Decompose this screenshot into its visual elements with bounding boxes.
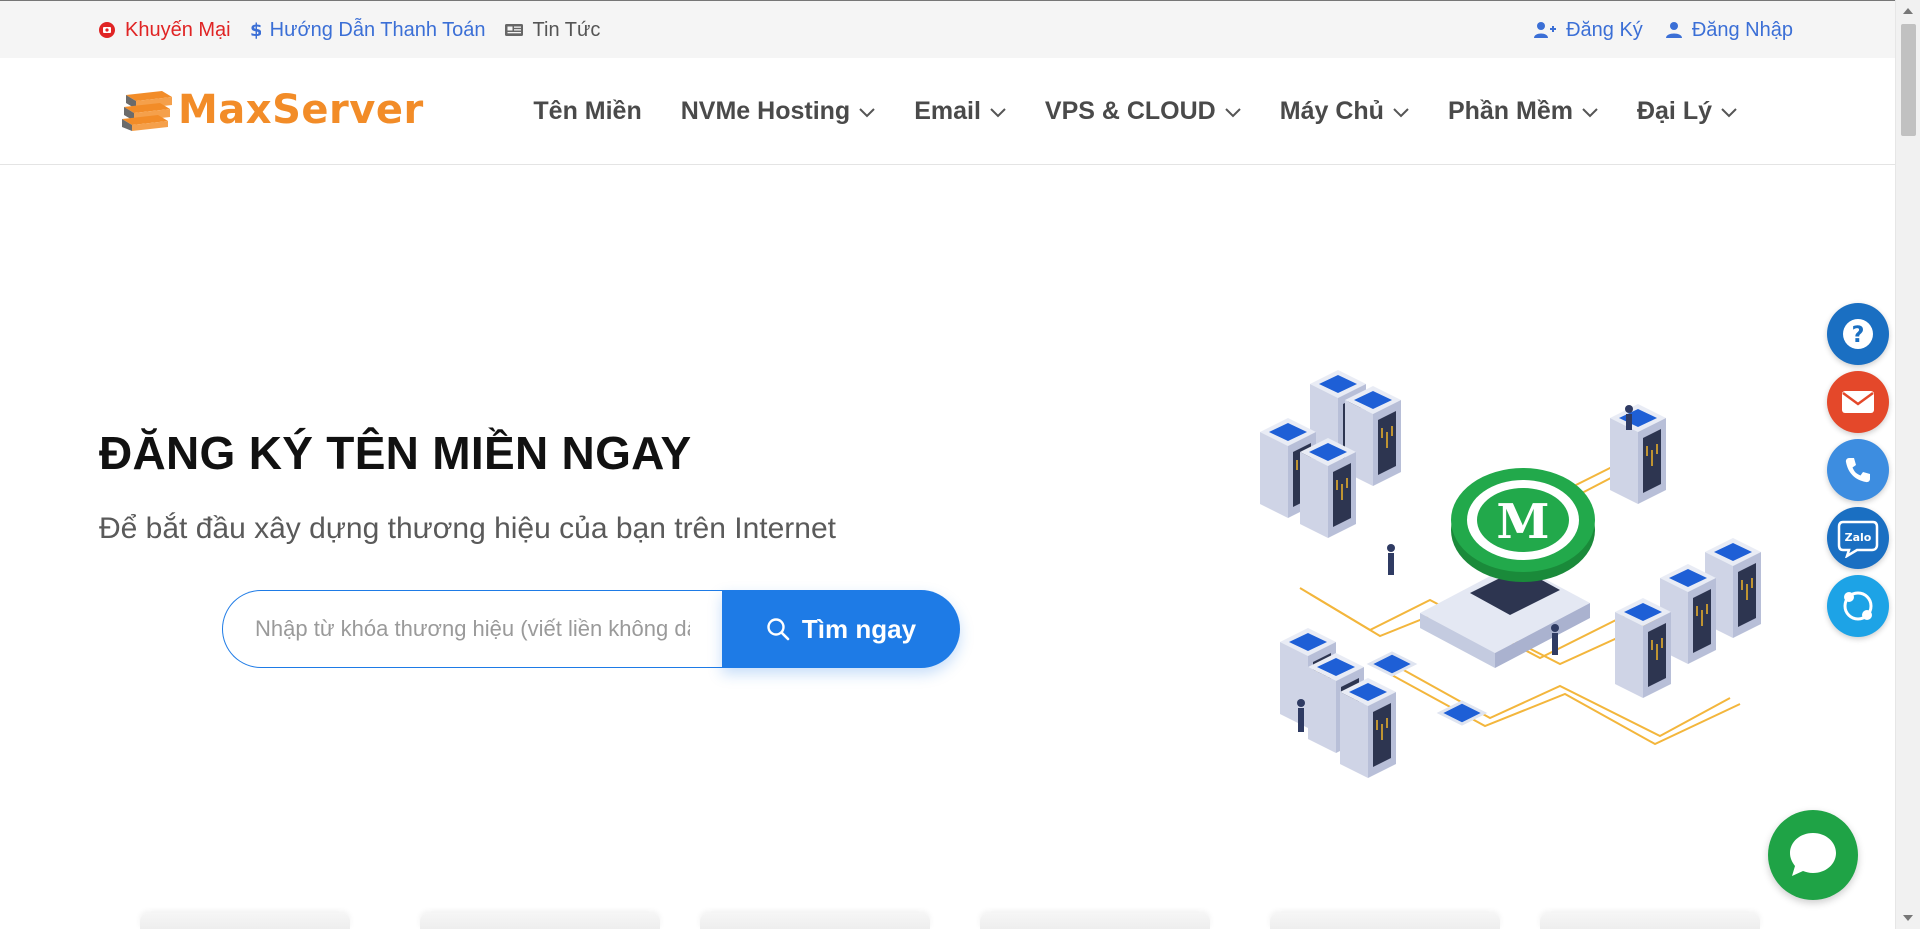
- payment-guide-label: Hướng Dẫn Thanh Toán: [269, 18, 486, 41]
- card-peek: [700, 913, 930, 929]
- card-peek: [420, 913, 660, 929]
- register-label: Đăng Ký: [1566, 18, 1643, 41]
- skype-button[interactable]: S: [1827, 575, 1889, 637]
- news-label: Tin Tức: [532, 18, 601, 41]
- phone-button[interactable]: [1827, 439, 1889, 501]
- promo-link[interactable]: Khuyến Mại: [98, 19, 231, 42]
- card-peek: [1270, 913, 1500, 929]
- svg-text:S: S: [1852, 597, 1864, 617]
- search-button-label: Tìm ngay: [801, 613, 917, 644]
- card-peek: [980, 913, 1210, 929]
- chevron-down-icon: [1225, 107, 1241, 117]
- nav-software[interactable]: Phần Mềm: [1448, 97, 1598, 126]
- nav-nvme-hosting[interactable]: NVMe Hosting: [681, 97, 875, 126]
- promo-icon: [99, 22, 115, 38]
- nav-reseller-label: Đại Lý: [1636, 97, 1712, 125]
- scroll-up-arrow-icon[interactable]: [1903, 8, 1913, 14]
- page-scrollbar[interactable]: [1895, 0, 1920, 929]
- logo-text: MaxServer: [178, 87, 424, 133]
- nav-domain[interactable]: Tên Miền: [533, 97, 641, 126]
- mail-icon: [1842, 391, 1874, 413]
- user-plus-icon: [1534, 22, 1557, 38]
- email-button[interactable]: [1827, 371, 1889, 433]
- nav-vps-cloud-label: VPS & CLOUD: [1044, 97, 1216, 125]
- domain-search-form: Tìm ngay: [222, 590, 960, 668]
- svg-text:?: ?: [1852, 323, 1865, 348]
- scroll-down-arrow-icon[interactable]: [1903, 915, 1913, 921]
- live-chat-button[interactable]: [1768, 810, 1858, 900]
- main-header: MaxServer Tên Miền NVMe Hosting Email VP…: [0, 58, 1895, 165]
- login-label: Đăng Nhập: [1691, 18, 1793, 41]
- news-link[interactable]: Tin Tức: [504, 18, 601, 42]
- nav-domain-label: Tên Miền: [533, 97, 642, 125]
- user-icon: [1665, 22, 1682, 38]
- card-peek: [140, 913, 350, 929]
- nav-software-label: Phần Mềm: [1447, 97, 1573, 125]
- nav-vps-cloud[interactable]: VPS & CLOUD: [1045, 97, 1241, 126]
- chevron-down-icon: [859, 107, 875, 117]
- chevron-down-icon: [1582, 107, 1598, 117]
- top-bar: Khuyến Mại $ Hướng Dẫn Thanh Toán Tin Tứ…: [0, 0, 1895, 58]
- server-stack-logo-icon: [122, 91, 172, 131]
- newspaper-icon: [504, 24, 523, 36]
- nav-server-label: Máy Chủ: [1279, 97, 1384, 125]
- main-nav: Tên Miền NVMe Hosting Email VPS & CLOUD …: [533, 58, 1737, 165]
- logo[interactable]: MaxServer: [118, 80, 424, 140]
- svg-text:Zalo: Zalo: [1845, 531, 1872, 544]
- nav-email[interactable]: Email: [914, 97, 1006, 126]
- scrollbar-thumb[interactable]: [1901, 24, 1916, 136]
- top-bar-right: Đăng Ký Đăng Nhập: [1533, 1, 1793, 59]
- svg-text:M: M: [1496, 494, 1549, 550]
- zalo-icon: Zalo: [1837, 520, 1879, 558]
- nav-reseller[interactable]: Đại Lý: [1637, 97, 1737, 126]
- zalo-button[interactable]: Zalo: [1827, 507, 1889, 569]
- question-icon: ?: [1843, 319, 1873, 349]
- chevron-down-icon: [990, 107, 1006, 117]
- top-bar-left: Khuyến Mại $ Hướng Dẫn Thanh Toán Tin Tứ…: [98, 1, 600, 59]
- register-link[interactable]: Đăng Ký: [1533, 19, 1643, 42]
- hero-subtitle: Để bắt đầu xây dựng thương hiệu của bạn …: [99, 512, 836, 545]
- nav-nvme-hosting-label: NVMe Hosting: [680, 97, 851, 125]
- svg-text:$: $: [250, 20, 261, 40]
- nav-email-label: Email: [914, 97, 981, 125]
- floating-contact-buttons: ? Zalo S: [1827, 303, 1889, 637]
- login-link[interactable]: Đăng Nhập: [1665, 19, 1793, 42]
- chevron-down-icon: [1393, 107, 1409, 117]
- help-button[interactable]: ?: [1827, 303, 1889, 365]
- hero-title: ĐĂNG KÝ TÊN MIỀN NGAY: [99, 427, 692, 479]
- search-icon: [767, 618, 790, 641]
- search-button[interactable]: Tìm ngay: [722, 590, 960, 668]
- chevron-down-icon: [1721, 107, 1737, 117]
- promo-label: Khuyến Mại: [125, 18, 231, 41]
- nav-server[interactable]: Máy Chủ: [1280, 97, 1409, 126]
- card-peek: [1540, 913, 1760, 929]
- payment-guide-link[interactable]: $ Hướng Dẫn Thanh Toán: [249, 19, 486, 42]
- domain-search-input[interactable]: [222, 590, 722, 668]
- skype-icon: S: [1843, 591, 1873, 621]
- server-network-illustration: M: [1259, 369, 1762, 778]
- chat-bubble-icon: [1790, 833, 1836, 876]
- phone-icon: [1845, 458, 1870, 483]
- dollar-icon: $: [250, 20, 261, 40]
